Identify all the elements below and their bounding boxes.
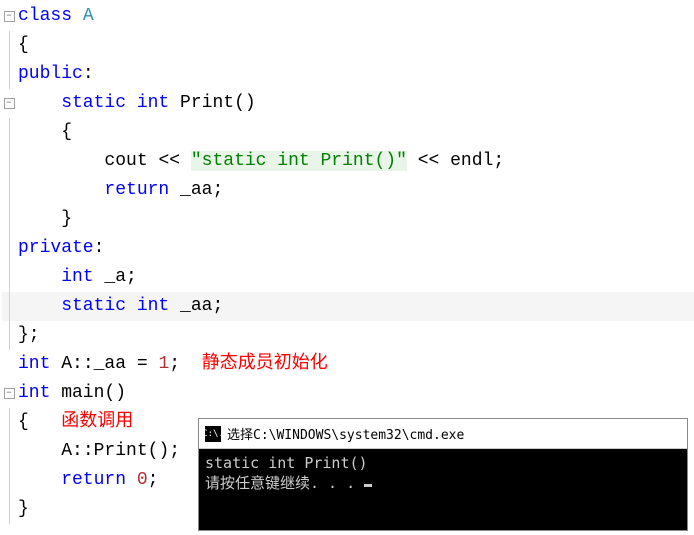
keyword: return [18, 470, 126, 490]
fold-guide [2, 437, 16, 466]
punct: ; [148, 470, 159, 490]
cursor-icon [364, 484, 372, 487]
space [407, 151, 418, 171]
console-window[interactable]: C:\. 选择C:\WINDOWS\system32\cmd.exe stati… [198, 418, 688, 531]
fold-guide [2, 466, 16, 495]
keyword: private [18, 238, 94, 258]
annotation: 静态成员初始化 [202, 354, 328, 374]
number: 0 [137, 470, 148, 490]
number: 1 [158, 354, 169, 374]
identifier: A [18, 441, 72, 461]
fold-guide [2, 321, 16, 350]
punct: ; [169, 354, 180, 374]
code-line[interactable]: return _aa; [2, 176, 694, 205]
brace: { [18, 412, 29, 432]
function-name: Print [169, 93, 234, 113]
brace: { [16, 118, 72, 147]
console-title-text: 选择C:\WINDOWS\system32\cmd.exe [227, 424, 464, 443]
keyword: static [18, 296, 126, 316]
code-line[interactable]: − int main() [2, 379, 694, 408]
brace: { [16, 31, 29, 60]
keyword: int [18, 267, 94, 287]
fold-guide [2, 147, 16, 176]
keyword: int [18, 383, 50, 403]
code-line[interactable]: − class A [2, 2, 694, 31]
keyword: static [18, 93, 126, 113]
space [180, 354, 202, 374]
identifier: _aa; [169, 180, 223, 200]
code-line[interactable]: }; [2, 321, 694, 350]
console-icon: C:\. [205, 426, 221, 442]
fold-toggle[interactable]: − [2, 11, 16, 22]
console-line: static int Print() [205, 454, 368, 472]
fold-guide [2, 60, 16, 89]
scope-op: :: [72, 441, 94, 461]
fold-guide [2, 234, 16, 263]
brace: }; [16, 321, 40, 350]
function-name: Print [94, 441, 148, 461]
code-line[interactable]: static int _aa; [2, 292, 694, 321]
fold-guide [2, 118, 16, 147]
console-line: 请按任意键继续. . . [205, 474, 364, 492]
code-line[interactable]: int A::_aa = 1; 静态成员初始化 [2, 350, 694, 379]
brace: } [16, 205, 72, 234]
code-line[interactable]: int _a; [2, 263, 694, 292]
identifier: endl; [439, 151, 504, 171]
keyword: class [18, 6, 72, 26]
string-literal: "static int Print()" [191, 151, 407, 171]
fold-guide [2, 263, 16, 292]
punct: () [104, 383, 126, 403]
keyword: return [18, 180, 169, 200]
space [29, 412, 61, 432]
space [148, 354, 159, 374]
operator: = [137, 354, 148, 374]
space [126, 470, 137, 490]
punct: (); [148, 441, 180, 461]
annotation: 函数调用 [61, 412, 133, 432]
code-line[interactable]: − static int Print() [2, 89, 694, 118]
scope-op: :: [72, 354, 94, 374]
brace: } [16, 495, 29, 524]
code-line[interactable]: public: [2, 60, 694, 89]
code-line[interactable]: cout << "static int Print()" << endl; [2, 147, 694, 176]
keyword: public [18, 64, 83, 84]
punct: : [83, 64, 94, 84]
fold-toggle[interactable]: − [2, 388, 16, 399]
keyword: int [126, 296, 169, 316]
identifier: _aa; [169, 296, 223, 316]
fold-guide [2, 495, 16, 524]
fold-toggle[interactable]: − [2, 98, 16, 109]
identifier: _aa [94, 354, 137, 374]
operator: << [158, 151, 180, 171]
identifier: A [50, 354, 72, 374]
punct: : [94, 238, 105, 258]
keyword: int [126, 93, 169, 113]
code-line[interactable]: private: [2, 234, 694, 263]
keyword: int [18, 354, 50, 374]
fold-guide [2, 205, 16, 234]
class-name: A [72, 6, 94, 26]
identifier: cout [18, 151, 158, 171]
punct: () [234, 93, 256, 113]
code-line[interactable]: { [2, 31, 694, 60]
operator: << [418, 151, 440, 171]
space [180, 151, 191, 171]
function-name: main [50, 383, 104, 403]
code-line[interactable]: { [2, 118, 694, 147]
fold-guide [2, 408, 16, 437]
console-output[interactable]: static int Print() 请按任意键继续. . . [199, 449, 687, 497]
fold-guide [2, 31, 16, 60]
identifier: _a; [94, 267, 137, 287]
fold-guide [2, 292, 16, 321]
console-titlebar[interactable]: C:\. 选择C:\WINDOWS\system32\cmd.exe [199, 419, 687, 449]
code-line[interactable]: } [2, 205, 694, 234]
fold-guide [2, 176, 16, 205]
